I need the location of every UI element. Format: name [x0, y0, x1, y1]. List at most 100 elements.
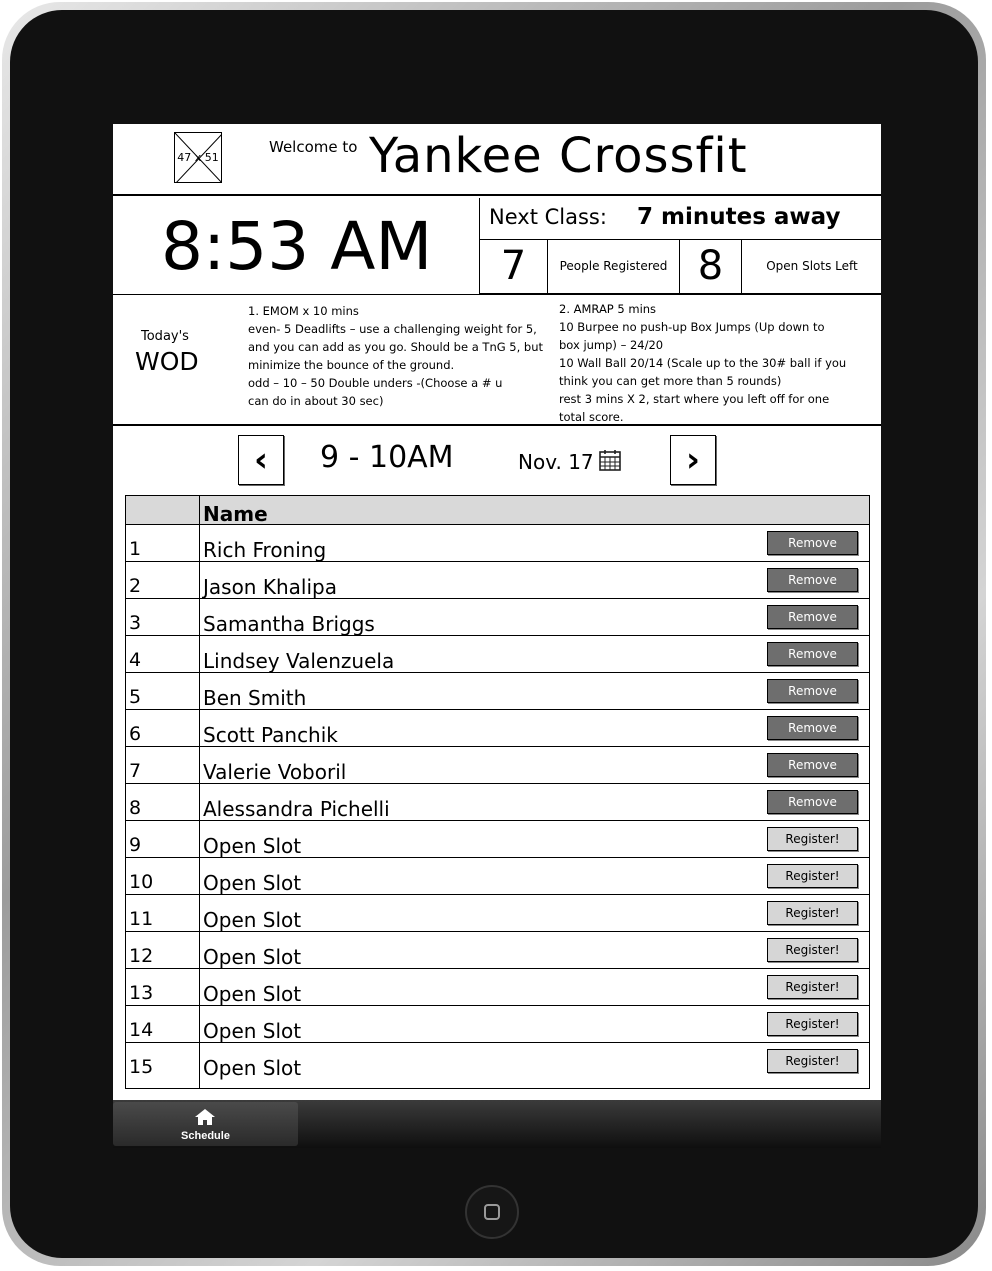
attendee-name: Samantha Briggs [203, 612, 375, 636]
attendee-name: Alessandra Pichelli [203, 797, 390, 821]
logo-placeholder: 47 x 51 [174, 132, 222, 183]
registered-count: 7 [500, 243, 527, 289]
calendar-icon[interactable] [599, 449, 621, 471]
table-header: Name [126, 496, 869, 526]
attendee-name: Rich Froning [203, 538, 327, 562]
app-screen: 47 x 51 Welcome to Yankee Crossfit 8:53 … [113, 124, 881, 1148]
row-number: 7 [129, 760, 142, 782]
row-number: 2 [129, 575, 142, 597]
attendee-table: Name 1 Rich Froning Remove 2 Jason Khali… [125, 495, 870, 1089]
wod-line: think you can get more than 5 rounds) [559, 374, 782, 388]
table-row: 5 Ben Smith Remove [126, 673, 869, 710]
tab-schedule-label: Schedule [181, 1130, 230, 1142]
register-button[interactable]: Register! [767, 938, 858, 962]
slot-title: 9 - 10AM [320, 440, 454, 475]
remove-button[interactable]: Remove [767, 531, 858, 555]
table-row: 3 Samantha Briggs Remove [126, 599, 869, 636]
wod-line: box jump) – 24/20 [559, 338, 664, 352]
register-button[interactable]: Register! [767, 864, 858, 888]
next-class-row: Next Class: 7 minutes away [479, 198, 881, 240]
registered-label: People Registered [559, 259, 668, 273]
register-button[interactable]: Register! [767, 1012, 858, 1036]
remove-button[interactable]: Remove [767, 790, 858, 814]
home-icon [195, 1109, 215, 1125]
wod-part-1: 1. EMOM x 10 mins even- 5 Deadlifts – us… [248, 302, 543, 410]
attendee-name: Scott Panchik [203, 723, 338, 747]
register-button[interactable]: Register! [767, 975, 858, 999]
wod-line: minimize the bounce of the ground. [248, 358, 455, 372]
remove-button[interactable]: Remove [767, 605, 858, 629]
table-row: 9 Open Slot Register! [126, 821, 869, 858]
wod-line: 2. AMRAP 5 mins [559, 302, 657, 316]
next-class-value: 7 minutes away [637, 204, 841, 230]
tab-schedule[interactable]: Schedule [113, 1102, 298, 1146]
home-button[interactable] [465, 1185, 519, 1239]
open-label-cell: Open Slots Left [742, 240, 881, 293]
register-button[interactable]: Register! [767, 1049, 858, 1073]
wod-line: can do in about 30 sec) [248, 394, 384, 408]
wod-line: rest 3 mins X 2, start where you left of… [559, 392, 830, 406]
wod-line: odd – 10 – 50 Double unders -(Choose a #… [248, 376, 503, 390]
remove-button[interactable]: Remove [767, 642, 858, 666]
table-row: 1 Rich Froning Remove [126, 525, 869, 562]
open-count-cell: 8 [680, 240, 742, 293]
table-row: 7 Valerie Voboril Remove [126, 747, 869, 784]
wod-panel: Today's WOD 1. EMOM x 10 mins even- 5 De… [113, 294, 881, 426]
attendee-name: Open Slot [203, 1056, 302, 1080]
row-number: 15 [129, 1056, 154, 1078]
header: 47 x 51 Welcome to Yankee Crossfit [113, 124, 881, 196]
wod-line: and you can add as you go. Should be a T… [248, 340, 544, 354]
row-number: 3 [129, 612, 142, 634]
wod-line: 1. EMOM x 10 mins [248, 304, 359, 318]
row-number: 4 [129, 649, 142, 671]
attendee-name: Open Slot [203, 1019, 302, 1043]
welcome-text: Welcome to [269, 138, 358, 156]
open-count: 8 [697, 243, 724, 289]
register-button[interactable]: Register! [767, 901, 858, 925]
row-number: 1 [129, 538, 142, 560]
wod-line: even- 5 Deadlifts – use a challenging we… [248, 322, 537, 336]
chevron-right-icon: › [685, 440, 700, 480]
attendee-name: Open Slot [203, 834, 302, 858]
table-row: 11 Open Slot Register! [126, 895, 869, 932]
name-column-header: Name [203, 502, 268, 526]
open-label: Open Slots Left [766, 259, 858, 273]
remove-button[interactable]: Remove [767, 753, 858, 777]
row-number: 9 [129, 834, 142, 856]
attendee-name: Open Slot [203, 871, 302, 895]
table-row: 10 Open Slot Register! [126, 858, 869, 895]
logo-text: 47 x 51 [177, 151, 219, 164]
wod-line: total score. [559, 410, 624, 424]
next-class-label: Next Class: [489, 205, 607, 229]
row-number: 10 [129, 871, 154, 893]
row-number: 12 [129, 945, 154, 967]
remove-button[interactable]: Remove [767, 716, 858, 740]
attendee-name: Lindsey Valenzuela [203, 649, 395, 673]
table-row: 2 Jason Khalipa Remove [126, 562, 869, 599]
table-row: 4 Lindsey Valenzuela Remove [126, 636, 869, 673]
class-stats: 7 People Registered 8 Open Slots Left [479, 240, 881, 294]
wod-line: 10 Burpee no push-up Box Jumps (Up down … [559, 320, 825, 334]
wod-line: 10 Wall Ball 20/14 (Scale up to the 30# … [559, 356, 847, 370]
wod-part-2: 2. AMRAP 5 mins 10 Burpee no push-up Box… [559, 300, 846, 426]
attendee-name: Open Slot [203, 945, 302, 969]
attendee-name: Open Slot [203, 982, 302, 1006]
prev-slot-button[interactable]: ‹ [238, 435, 284, 485]
register-button[interactable]: Register! [767, 827, 858, 851]
table-row: 6 Scott Panchik Remove [126, 710, 869, 747]
table-row: 13 Open Slot Register! [126, 969, 869, 1006]
row-number: 14 [129, 1019, 154, 1041]
home-button-icon [484, 1204, 500, 1220]
table-row: 12 Open Slot Register! [126, 932, 869, 969]
attendee-name: Valerie Voboril [203, 760, 347, 784]
registered-count-cell: 7 [480, 240, 548, 293]
wod-label: WOD [135, 347, 199, 376]
date-label: Nov. 17 [518, 450, 594, 474]
page-title: Yankee Crossfit [369, 128, 748, 184]
remove-button[interactable]: Remove [767, 679, 858, 703]
clock-panel: 8:53 AM [113, 198, 480, 294]
next-slot-button[interactable]: › [670, 435, 716, 485]
table-row: 15 Open Slot Register! [126, 1043, 869, 1080]
remove-button[interactable]: Remove [767, 568, 858, 592]
tab-bar: Schedule [113, 1100, 881, 1148]
